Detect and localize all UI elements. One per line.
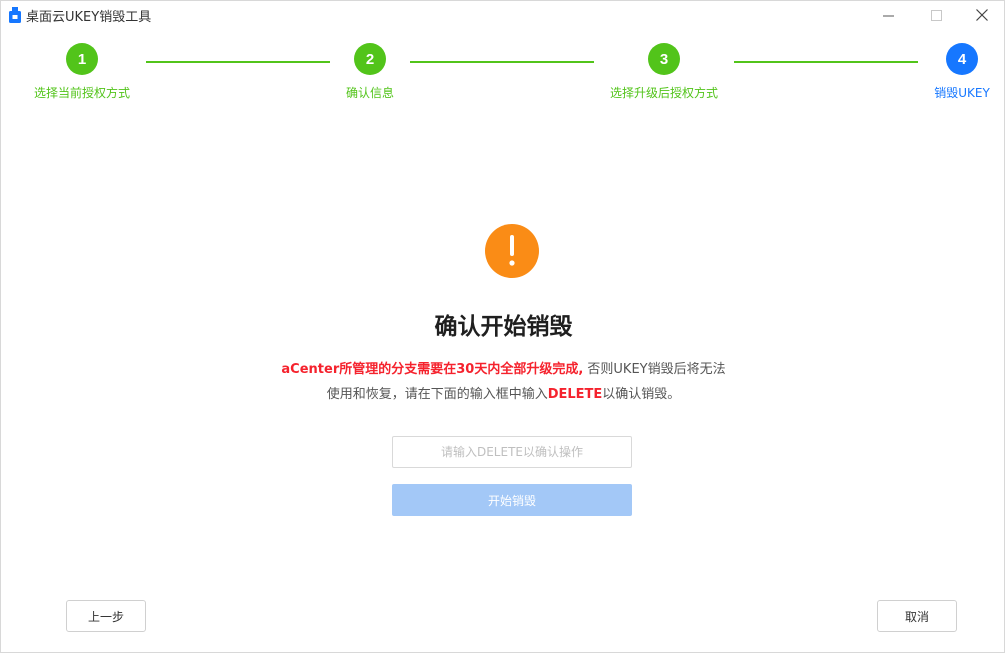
close-icon (976, 9, 988, 21)
step-connector (734, 61, 918, 63)
close-button[interactable] (959, 1, 1005, 29)
app-window: 桌面云UKEY销毁工具 1 选择当前授权方式 2 确认信息 3 选择升级后授权方… (0, 0, 1005, 653)
step-4-label: 销毁UKEY (934, 86, 990, 100)
step-connector (146, 61, 330, 63)
delete-confirm-input[interactable] (392, 436, 632, 468)
exclamation-icon (485, 224, 539, 278)
previous-step-button[interactable]: 上一步 (66, 600, 146, 632)
step-1-number: 1 (66, 43, 98, 75)
usb-key-icon (9, 7, 21, 23)
step-connector (410, 61, 594, 63)
desc-line2-post: 以确认销毁。 (602, 387, 681, 402)
warning-description-line1: aCenter所管理的分支需要在30天内全部升级完成, 否则UKEY销毁后将无法 (1, 358, 1005, 377)
warning-description-line2: 使用和恢复，请在下面的输入框中输入DELETE以确认销毁。 (1, 383, 1005, 402)
exclamation-mark (509, 235, 515, 266)
minimize-button[interactable] (865, 1, 911, 29)
confirm-title: 确认开始销毁 (434, 314, 573, 340)
minimize-icon (882, 15, 894, 16)
step-3-number: 3 (648, 43, 680, 75)
step-2-label: 确认信息 (345, 86, 395, 100)
maximize-icon (930, 9, 942, 21)
desc-line1-text: 否则UKEY销毁后将无法 (583, 362, 726, 377)
title-bar: 桌面云UKEY销毁工具 (1, 1, 1004, 29)
desc-line2-pre: 使用和恢复，请在下面的输入框中输入 (326, 387, 548, 402)
start-destroy-button[interactable]: 开始销毁 (392, 484, 632, 516)
upgrade-deadline-warning: aCenter所管理的分支需要在30天内全部升级完成, (281, 362, 584, 377)
step-3-label: 选择升级后授权方式 (609, 86, 719, 100)
cancel-button[interactable]: 取消 (877, 600, 957, 632)
step-4-number: 4 (946, 43, 978, 75)
step-2-number: 2 (354, 43, 386, 75)
step-1-label: 选择当前授权方式 (33, 86, 131, 100)
maximize-button[interactable] (913, 1, 959, 29)
delete-keyword: DELETE (547, 387, 603, 402)
window-title: 桌面云UKEY销毁工具 (26, 10, 152, 25)
